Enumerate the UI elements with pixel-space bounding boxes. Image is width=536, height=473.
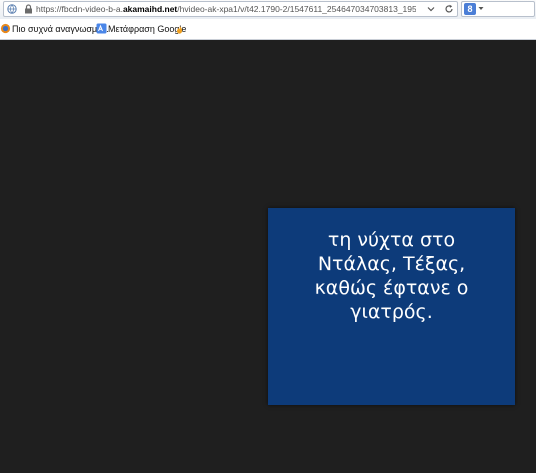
url-bar[interactable]: https://fbcdn-video-b-a.akamaihd.net/hvi… bbox=[3, 1, 458, 17]
address-row: https://fbcdn-video-b-a.akamaihd.net/hvi… bbox=[0, 0, 536, 19]
reload-icon[interactable] bbox=[444, 4, 454, 14]
subtitle-card: τη νύχτα στο Ντάλας, Τέξας, καθώς έφτανε… bbox=[268, 208, 515, 405]
firefox-bookmark-icon bbox=[0, 23, 11, 34]
search-box[interactable]: 8 bbox=[461, 1, 535, 17]
google-translate-icon bbox=[96, 23, 107, 34]
subtitle-text: τη νύχτα στο Ντάλας, Τέξας, καθώς έφτανε… bbox=[314, 229, 469, 323]
url-domain: akamaihd.net bbox=[122, 4, 178, 14]
url-text[interactable]: https://fbcdn-video-b-a.akamaihd.net/hvi… bbox=[36, 2, 416, 16]
bookmark-label: Μετάφραση Google bbox=[108, 24, 187, 34]
bookmark-label: Πιο συχνά αναγνωσμέ... bbox=[12, 24, 109, 34]
url-prefix: https://fbcdn-video-b-a. bbox=[36, 4, 123, 14]
bookmarks-toolbar: Πιο συχνά αναγνωσμέ... Μετάφραση Google bbox=[0, 19, 536, 40]
google-icon[interactable]: 8 bbox=[464, 3, 476, 15]
search-engine-caret-icon[interactable] bbox=[478, 6, 484, 11]
url-suffix: /hvideo-ak-xpa1/v/t42.1790-2/1547611_254… bbox=[177, 4, 416, 14]
flame-icon bbox=[177, 25, 183, 34]
browser-chrome: https://fbcdn-video-b-a.akamaihd.net/hvi… bbox=[0, 0, 536, 40]
lock-icon[interactable] bbox=[24, 4, 33, 14]
chevron-down-icon[interactable] bbox=[427, 5, 435, 13]
globe-icon bbox=[7, 4, 17, 14]
